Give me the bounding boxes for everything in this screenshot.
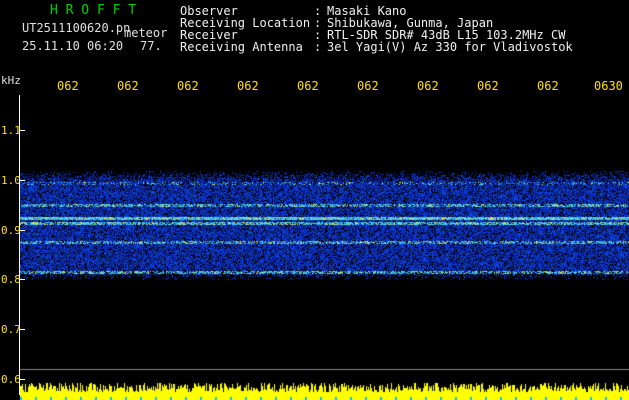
filename-label: UT2511100620.pn	[22, 21, 131, 35]
x-tick-label: 062	[477, 79, 499, 93]
y-tick-label: 0.9	[1, 224, 21, 237]
station-title: H R O F F T	[50, 3, 137, 18]
extra-count-label: 77.	[140, 39, 162, 53]
y-tick-mark	[20, 279, 25, 280]
x-tick-label: 062	[297, 79, 319, 93]
y-tick-mark	[20, 180, 25, 181]
y-tick-label: 1.0	[1, 174, 21, 187]
x-tick-label: 0630	[594, 79, 623, 93]
y-tick-label: 1.1	[1, 124, 21, 137]
x-tick-label: 062	[417, 79, 439, 93]
y-tick-mark	[20, 379, 25, 380]
y-axis-line	[19, 95, 20, 395]
y-tick-mark	[20, 130, 25, 131]
y-tick-label: 0.6	[1, 373, 21, 386]
x-tick-label: 062	[537, 79, 559, 93]
y-tick-label: 0.7	[1, 323, 21, 336]
x-tick-label: 062	[117, 79, 139, 93]
y-tick-mark	[20, 329, 25, 330]
waterfall-display[interactable]	[20, 95, 629, 400]
field-sep-antenna: :	[314, 40, 322, 54]
y-tick-mark	[20, 230, 25, 231]
field-value-antenna: 3el Yagi(V) Az 330 for Vladivostok	[327, 40, 573, 54]
timestamp-label: 25.11.10 06:20	[22, 39, 124, 53]
y-tick-label: 0.8	[1, 273, 21, 286]
mode-label: meteor	[124, 26, 168, 40]
x-tick-label: 062	[177, 79, 199, 93]
hrofft-window: H R O F F T UT2511100620.pn meteor 25.11…	[0, 0, 629, 400]
x-tick-label: 062	[237, 79, 259, 93]
x-tick-label: 062	[357, 79, 379, 93]
y-axis-unit: kHz	[1, 74, 21, 87]
field-label-antenna: Receiving Antenna	[180, 40, 303, 54]
x-tick-label: 062	[57, 79, 79, 93]
